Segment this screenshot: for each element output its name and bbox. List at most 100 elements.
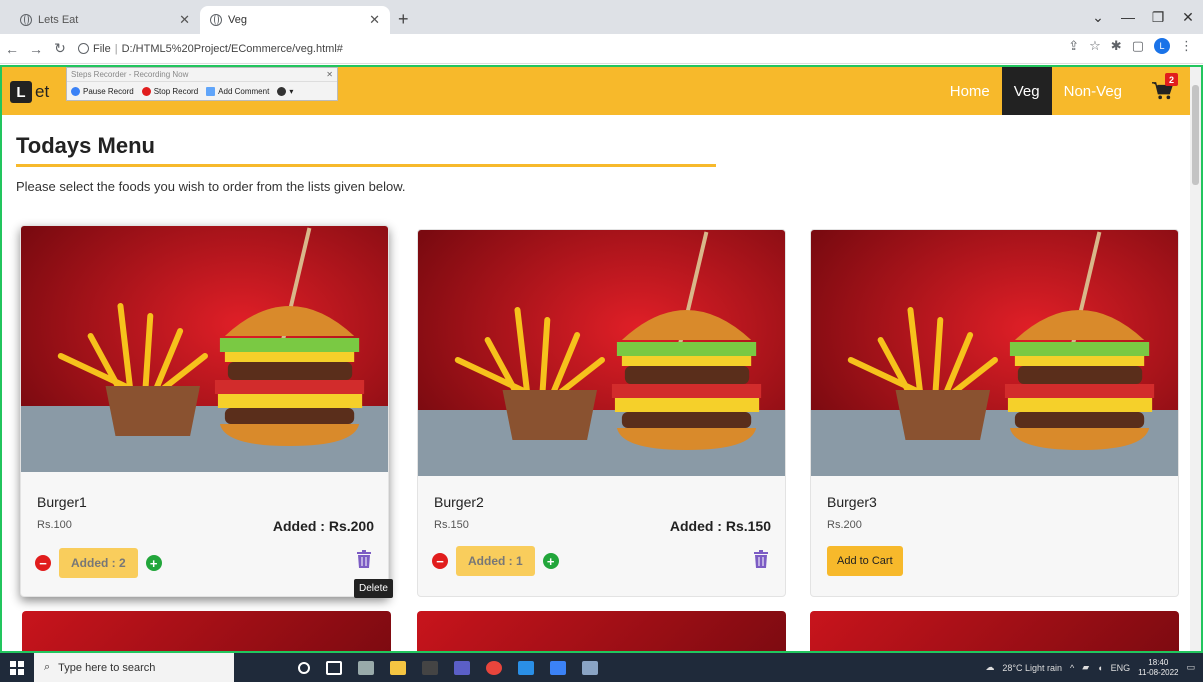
- tab-veg[interactable]: Veg ✕: [200, 6, 390, 34]
- increase-quantity-button[interactable]: +: [145, 555, 162, 571]
- profile-avatar[interactable]: L: [1154, 38, 1170, 54]
- scroll-thumb[interactable]: [1192, 85, 1199, 185]
- weather-icon[interactable]: ☁: [985, 662, 994, 673]
- product-name: Burger1: [37, 494, 87, 510]
- pause-record-label: Pause Record: [83, 86, 134, 96]
- increase-quantity-button[interactable]: +: [542, 553, 559, 569]
- share-icon[interactable]: ⇪: [1068, 38, 1079, 54]
- stop-icon: [141, 86, 151, 96]
- chevron-down-icon[interactable]: ⌄: [1083, 9, 1113, 26]
- url-input[interactable]: File | D:/HTML5%20Project/ECommerce/veg.…: [78, 38, 978, 60]
- cart-count-badge: 2: [1165, 73, 1178, 86]
- clock-date: 11-08-2022: [1138, 667, 1179, 677]
- teams-icon[interactable]: [454, 660, 470, 675]
- windows-taskbar: ⌕ Type here to search ☁ 28°C Light rain …: [0, 653, 1203, 682]
- new-tab-button[interactable]: +: [398, 9, 409, 30]
- burger-image: [811, 230, 1178, 476]
- back-icon[interactable]: ←: [0, 41, 24, 57]
- add-comment-label: Add Comment: [218, 86, 270, 96]
- windows-start-button[interactable]: [0, 660, 34, 675]
- product-price: Rs.200: [827, 519, 862, 531]
- add-comment-button[interactable]: Add Comment: [206, 86, 270, 96]
- clock[interactable]: 18:40 11-08-2022: [1138, 658, 1178, 678]
- weather-text[interactable]: 28°C Light rain: [1002, 663, 1062, 673]
- product-card-row2-3: [810, 611, 1179, 651]
- browser-extensions: ⇪ ☆ ✱ ▢ L ⋮: [1068, 38, 1193, 54]
- maximize-icon[interactable]: ❐: [1143, 9, 1173, 26]
- burger-image: [21, 226, 388, 472]
- tab-title: Veg: [228, 14, 247, 26]
- cortana-icon[interactable]: [298, 661, 310, 674]
- puzzle-icon[interactable]: ✱: [1111, 38, 1122, 54]
- trash-icon[interactable]: [753, 550, 769, 568]
- chrome-icon[interactable]: [486, 660, 502, 675]
- quantity-stepper: − Added : 1 +: [432, 546, 559, 576]
- info-icon[interactable]: [78, 43, 89, 54]
- taskbar-apps: [298, 660, 598, 675]
- close-icon[interactable]: ✕: [179, 12, 190, 28]
- forward-icon[interactable]: →: [24, 41, 48, 57]
- star-icon[interactable]: ☆: [1089, 38, 1101, 54]
- product-card-row2-1: [22, 611, 391, 651]
- product-card-burger1: Burger1 Rs.100 Added : Rs.200 − Added : …: [20, 225, 389, 597]
- product-card-burger3: Burger3 Rs.200 Add to Cart: [810, 229, 1179, 597]
- product-price: Rs.100: [37, 519, 72, 531]
- sidepanel-icon[interactable]: ▢: [1132, 38, 1144, 54]
- app-icon[interactable]: [358, 660, 374, 675]
- app-icon[interactable]: [582, 660, 598, 675]
- page-title: Todays Menu: [16, 133, 155, 158]
- add-to-cart-button[interactable]: Add to Cart: [827, 546, 903, 576]
- nav-non-veg[interactable]: Non-Veg: [1052, 67, 1134, 115]
- product-card-row2-2: [417, 611, 786, 651]
- recorder-toolbar: Pause Record Stop Record Add Comment ▾: [67, 82, 337, 100]
- taskbar-search-input[interactable]: ⌕ Type here to search: [34, 653, 234, 682]
- url-scheme: File: [93, 42, 111, 55]
- cart-button[interactable]: 2: [1134, 67, 1190, 115]
- brand-text: et: [35, 82, 50, 101]
- brand-logo: L: [10, 81, 32, 103]
- system-tray: ☁ 28°C Light rain ^ ▰ ◖ ENG 18:40 11-08-…: [985, 653, 1195, 682]
- page-subtitle: Please select the foods you wish to orde…: [16, 179, 406, 194]
- page-scrollbar[interactable]: [1190, 67, 1201, 651]
- notification-icon[interactable]: ▭: [1186, 662, 1195, 673]
- close-window-icon[interactable]: ✕: [1173, 9, 1203, 26]
- brand[interactable]: L et: [10, 81, 49, 103]
- comment-icon: [206, 86, 216, 96]
- decrease-quantity-button[interactable]: −: [35, 555, 51, 571]
- app-icon[interactable]: [550, 660, 566, 675]
- search-placeholder: Type here to search: [58, 661, 156, 674]
- added-total: Added : Rs.150: [669, 518, 771, 534]
- help-button[interactable]: ▾: [277, 86, 293, 96]
- vscode-icon[interactable]: [518, 660, 534, 675]
- clock-time: 18:40: [1148, 657, 1169, 667]
- search-icon: ⌕: [44, 661, 51, 673]
- pause-record-button[interactable]: Pause Record: [71, 86, 134, 96]
- network-icon[interactable]: ▰: [1082, 662, 1089, 673]
- decrease-quantity-button[interactable]: −: [432, 553, 448, 569]
- help-icon: [277, 86, 287, 96]
- globe-icon: [20, 14, 32, 26]
- close-icon[interactable]: ✕: [369, 12, 380, 28]
- quantity-stepper: − Added : 2 +: [35, 548, 162, 578]
- app-icon[interactable]: [422, 660, 438, 675]
- nav-veg[interactable]: Veg: [1001, 67, 1052, 115]
- trash-icon[interactable]: [356, 550, 372, 568]
- file-explorer-icon[interactable]: [390, 660, 406, 675]
- tab-lets-eat[interactable]: Lets Eat ✕: [10, 6, 200, 34]
- quantity-badge: Added : 1: [456, 546, 535, 576]
- minimize-icon[interactable]: —: [1113, 9, 1143, 25]
- nav-home[interactable]: Home: [938, 67, 1002, 115]
- reload-icon[interactable]: ↻: [48, 40, 72, 57]
- chevron-up-icon[interactable]: ^: [1070, 663, 1074, 673]
- volume-icon[interactable]: ◖: [1097, 663, 1102, 673]
- menu-icon[interactable]: ⋮: [1180, 38, 1193, 54]
- tab-title: Lets Eat: [38, 14, 79, 26]
- product-card-burger2: Burger2 Rs.150 Added : Rs.150 − Added : …: [417, 229, 786, 597]
- url-path: D:/HTML5%20Project/ECommerce/veg.html#: [121, 42, 343, 55]
- language-indicator[interactable]: ENG: [1111, 663, 1131, 673]
- window-controls: ⌄ — ❐ ✕: [1083, 0, 1203, 34]
- task-view-icon[interactable]: [326, 660, 342, 675]
- close-icon[interactable]: ✕: [326, 70, 333, 79]
- quantity-badge: Added : 2: [59, 548, 138, 578]
- stop-record-button[interactable]: Stop Record: [141, 86, 198, 96]
